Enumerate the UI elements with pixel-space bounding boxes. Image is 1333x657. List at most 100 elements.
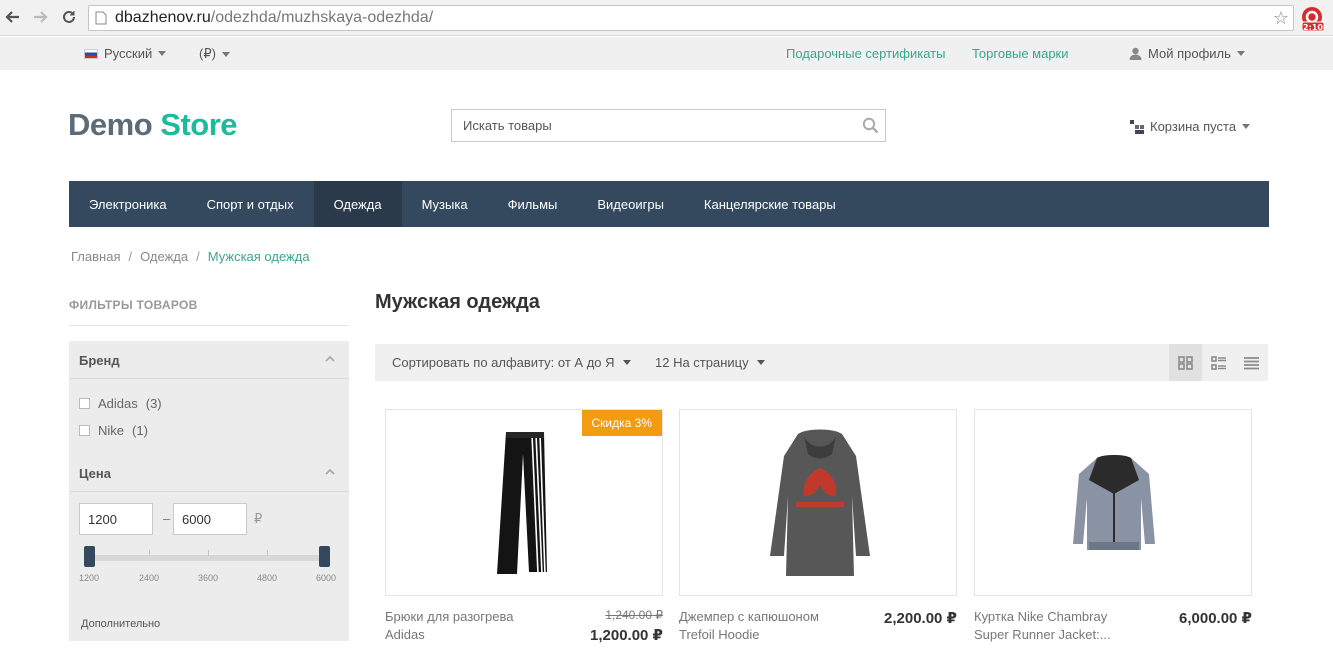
- cart-dropdown[interactable]: Корзина пуста: [1130, 119, 1251, 134]
- language-label: Русский: [104, 46, 153, 61]
- price-slider-max-handle[interactable]: [319, 546, 330, 567]
- page-title: Мужская одежда: [375, 291, 540, 313]
- filters-title: ФИЛЬТРЫ ТОВАРОВ: [69, 298, 198, 312]
- product-name[interactable]: Куртка Nike Chambray Super Runner Jacket…: [974, 608, 1144, 644]
- price-dash: –: [163, 511, 171, 526]
- grid-view-button[interactable]: [1169, 344, 1202, 381]
- product-image[interactable]: [974, 409, 1252, 596]
- slider-tick-label: 1200: [78, 573, 100, 583]
- menu-item-movies[interactable]: Фильмы: [488, 181, 578, 227]
- browser-toolbar: dbazhenov.ru/odezhda/muzhskaya-odezhda/ …: [0, 0, 1333, 36]
- product-price: 2,200.00 ₽: [884, 610, 957, 627]
- menu-item-music[interactable]: Музыка: [402, 181, 488, 227]
- brands-link[interactable]: Торговые марки: [972, 46, 1069, 61]
- search-input[interactable]: [452, 110, 852, 141]
- price-max-input[interactable]: [173, 503, 247, 535]
- breadcrumb-clothing[interactable]: Одежда: [140, 249, 188, 264]
- product-name[interactable]: Брюки для разогрева Adidas: [385, 608, 555, 644]
- slider-tick: [267, 550, 268, 556]
- main-menu: Электроника Спорт и отдых Одежда Музыка …: [69, 181, 1269, 227]
- menu-item-office[interactable]: Канцелярские товары: [684, 181, 856, 227]
- search-box: [451, 109, 886, 142]
- menu-item-clothing[interactable]: Одежда: [313, 181, 402, 227]
- caret-down-icon: [1236, 51, 1245, 56]
- chevron-up-icon: [325, 355, 335, 362]
- caret-down-icon: [1242, 124, 1251, 129]
- brand-option-adidas[interactable]: Adidas (3): [79, 396, 162, 411]
- compact-view-button[interactable]: [1235, 344, 1268, 381]
- slider-tick-label: 3600: [197, 573, 219, 583]
- url-host: dbazhenov.ru: [115, 9, 211, 26]
- currency-selector[interactable]: (₽): [199, 46, 230, 62]
- top-bar: Русский (₽) Подарочные сертификаты Торго…: [0, 37, 1333, 70]
- product-image[interactable]: Скидка 3%: [385, 409, 663, 596]
- grid-icon: [1178, 355, 1193, 370]
- list-view-button[interactable]: [1202, 344, 1235, 381]
- back-button[interactable]: [2, 6, 24, 28]
- logo-store: Store: [160, 107, 238, 142]
- slider-tick: [149, 550, 150, 556]
- price-currency: ₽: [254, 511, 263, 526]
- product-image[interactable]: [679, 409, 957, 596]
- forward-button[interactable]: [29, 6, 51, 28]
- chevron-up-icon: [325, 468, 335, 475]
- profile-menu[interactable]: Мой профиль: [1129, 46, 1245, 61]
- breadcrumb-home[interactable]: Главная: [71, 249, 120, 264]
- gift-certificates-link[interactable]: Подарочные сертификаты: [786, 46, 945, 61]
- price-filter-header[interactable]: Цена: [69, 454, 349, 492]
- extension-icon[interactable]: 2:10: [1300, 6, 1326, 32]
- discount-badge: Скидка 3%: [581, 410, 662, 436]
- currency-label: (₽): [199, 46, 216, 61]
- url-path: /odezhda/muzhskaya-odezhda/: [210, 9, 434, 26]
- checkbox[interactable]: [79, 425, 90, 436]
- breadcrumb: Главная / Одежда / Мужская одежда: [71, 249, 310, 264]
- language-selector[interactable]: Русский: [84, 46, 167, 61]
- store-logo[interactable]: Demo Store: [68, 107, 238, 143]
- user-icon: [1129, 47, 1142, 60]
- russia-flag-icon: [84, 48, 98, 59]
- product-old-price: 1,240.00 ₽: [605, 608, 663, 622]
- slider-tick-label: 2400: [138, 573, 160, 583]
- reload-button[interactable]: [58, 6, 80, 28]
- bookmark-star-icon[interactable]: ☆: [1273, 8, 1289, 28]
- product-price: 6,000.00 ₽: [1179, 610, 1252, 627]
- extension-badge: 2:10: [1303, 23, 1323, 32]
- price-slider-track[interactable]: [89, 555, 329, 561]
- per-page-dropdown[interactable]: 12 На страницу: [655, 355, 765, 370]
- sort-bar: Сортировать по алфавиту: от А до Я 12 На…: [375, 344, 1268, 381]
- menu-item-electronics[interactable]: Электроника: [69, 181, 187, 227]
- per-page-label: 12 На страницу: [655, 355, 749, 370]
- arrow-right-icon: [34, 11, 48, 23]
- slider-tick: [208, 550, 209, 556]
- search-icon[interactable]: [862, 117, 879, 134]
- menu-item-videogames[interactable]: Видеоигры: [577, 181, 684, 227]
- arrow-left-icon: [5, 11, 19, 23]
- address-bar[interactable]: dbazhenov.ru/odezhda/muzhskaya-odezhda/ …: [88, 5, 1294, 31]
- profile-label: Мой профиль: [1148, 46, 1231, 61]
- product-price: 1,200.00 ₽: [590, 627, 663, 644]
- caret-down-icon: [756, 360, 765, 365]
- breadcrumb-separator: /: [196, 249, 200, 264]
- page-icon: [95, 11, 107, 25]
- sort-label: Сортировать по алфавиту: от А до Я: [392, 355, 615, 370]
- brand-option-label: Adidas: [98, 396, 138, 411]
- caret-down-icon: [158, 51, 167, 56]
- price-slider-min-handle[interactable]: [84, 546, 95, 567]
- cart-label: Корзина пуста: [1150, 119, 1237, 134]
- jacket-image: [1073, 455, 1155, 550]
- menu-item-sport[interactable]: Спорт и отдых: [187, 181, 314, 227]
- brand-option-label: Nike: [98, 423, 125, 438]
- breadcrumb-current: Мужская одежда: [207, 249, 310, 264]
- hoodie-image: [770, 429, 870, 576]
- filter-panel: Бренд Adidas (3) Nike (1) Цена – ₽ 1200 …: [69, 341, 349, 641]
- more-filters-link[interactable]: Дополнительно: [81, 618, 160, 630]
- product-name[interactable]: Джемпер с капюшоном Trefoil Hoodie: [679, 608, 849, 644]
- sort-dropdown[interactable]: Сортировать по алфавиту: от А до Я: [392, 355, 631, 370]
- track-pants-image: [497, 432, 547, 575]
- checkbox[interactable]: [79, 398, 90, 409]
- brand-option-nike[interactable]: Nike (1): [79, 423, 148, 438]
- reload-icon: [63, 10, 75, 23]
- price-min-input[interactable]: [79, 503, 153, 535]
- brand-filter-header[interactable]: Бренд: [69, 341, 349, 379]
- logo-demo: Demo: [68, 107, 153, 142]
